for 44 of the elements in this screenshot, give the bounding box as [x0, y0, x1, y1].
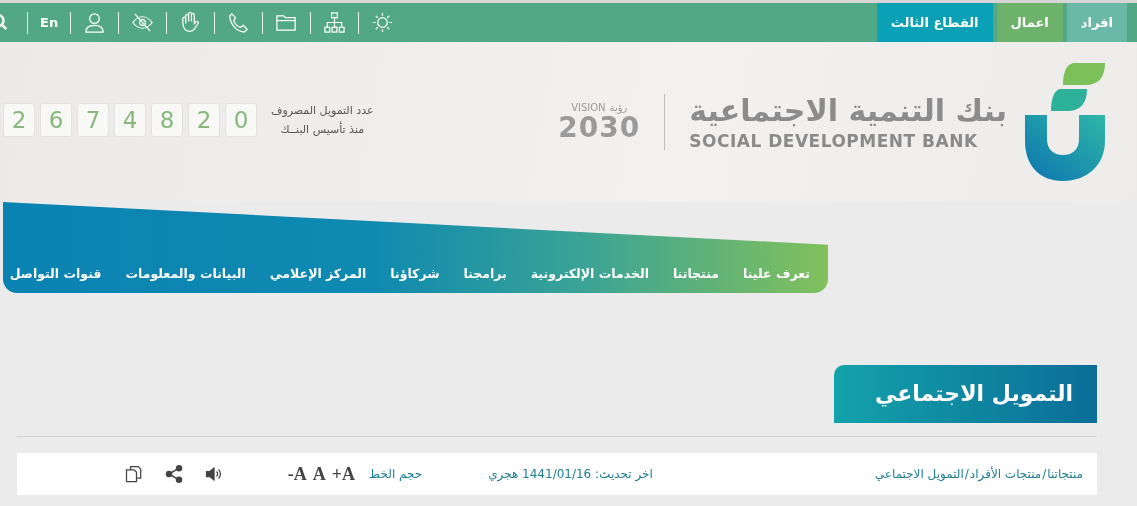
font-size-button[interactable]: +A	[331, 463, 356, 485]
nav-link[interactable]: البيانات والمعلومات	[125, 266, 246, 281]
nav-link[interactable]: برامجنا	[463, 266, 507, 281]
counter-digit: 2	[188, 103, 220, 137]
breadcrumb-link[interactable]: منتجاتنا	[1047, 467, 1083, 481]
counter-label: منذ تأسيس البنــك	[280, 123, 365, 136]
language-link[interactable]: En	[40, 15, 59, 30]
nav-link[interactable]: المركز الإعلامي	[269, 266, 367, 281]
counter-digit: 8	[151, 103, 183, 137]
counter-label: عدد التمويل المصروف	[271, 104, 374, 117]
breadcrumb-separator: /	[1042, 467, 1047, 481]
sector-tab[interactable]: اعمال	[996, 3, 1063, 42]
page-title: التمويل الاجتماعي	[834, 364, 1097, 423]
bank-name: بنك التنمية الاجتماعية	[689, 93, 1007, 129]
counter-digit: 4	[114, 103, 146, 137]
breadcrumb-separator: /	[964, 467, 969, 481]
nav-link[interactable]: تعرف علينا	[743, 266, 810, 281]
nav-link[interactable]: قنوات التواصل	[9, 266, 102, 281]
font-size-button[interactable]: -A	[287, 463, 307, 485]
counter-digit: 2	[3, 103, 35, 137]
phone-icon[interactable]	[227, 11, 251, 34]
font-size-label: حجم الخط	[369, 467, 423, 481]
vision-year: 2030	[558, 112, 641, 143]
last-update: اخر تحديث: 1441/01/16 هجري	[488, 467, 653, 481]
sector-tab[interactable]: القطاع الثالث	[876, 3, 993, 42]
counter-digit: 6	[40, 103, 72, 137]
nav-link[interactable]: شركاؤنا	[390, 266, 440, 281]
eye-slash-icon[interactable]	[131, 11, 155, 34]
copy-icon[interactable]	[123, 464, 144, 484]
sitemap-icon[interactable]	[323, 11, 347, 34]
font-size-button[interactable]: A	[312, 463, 326, 485]
nav-link[interactable]: منتجاتنا	[672, 266, 720, 281]
share-icon[interactable]	[163, 464, 184, 484]
counter-digit: 7	[77, 103, 109, 137]
bank-name: SOCIAL DEVELOPMENT BANK	[689, 131, 978, 151]
vision-label: رؤية	[609, 101, 628, 113]
breadcrumb-link[interactable]: التمويل الاجتماعي	[874, 467, 964, 481]
vision-label: VISION	[571, 101, 606, 113]
counter-digit: 0	[225, 103, 257, 137]
sector-tab[interactable]: افراد	[1066, 3, 1127, 42]
speaker-icon[interactable]	[203, 464, 224, 484]
nav-link[interactable]: الخدمات الإلكترونية	[530, 266, 649, 281]
breadcrumb-link[interactable]: منتجات الأفراد	[969, 467, 1042, 481]
user-icon[interactable]	[83, 11, 107, 34]
